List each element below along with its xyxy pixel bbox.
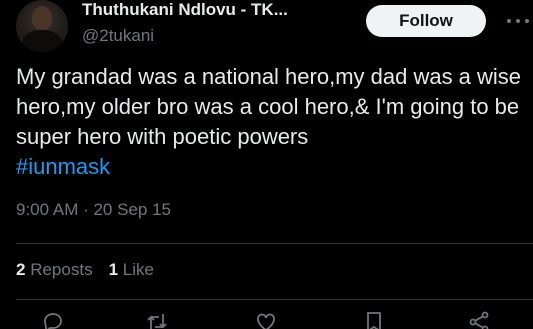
more-icon	[507, 19, 529, 23]
tweet-timestamp[interactable]: 9:00 AM · 20 Sep 15	[16, 200, 171, 220]
more-options-button[interactable]	[503, 8, 533, 34]
tweet: Thuthukani Ndlovu - TK... @2tukani Follo…	[0, 0, 533, 329]
reposts-stat[interactable]: 2 Reposts	[16, 260, 93, 280]
bookmark-icon	[367, 312, 381, 329]
follow-button[interactable]: Follow	[366, 5, 486, 37]
reply-button[interactable]	[41, 310, 65, 329]
likes-stat[interactable]: 1 Like	[109, 260, 154, 280]
repost-button[interactable]	[145, 310, 169, 329]
reply-icon	[44, 313, 62, 329]
reposts-count: 2	[16, 260, 26, 279]
divider	[16, 243, 533, 244]
author-handle[interactable]: @2tukani	[82, 26, 154, 46]
divider	[16, 299, 533, 300]
repost-icon	[147, 314, 167, 329]
share-button[interactable]	[467, 310, 491, 329]
like-button[interactable]	[254, 310, 278, 329]
likes-label: Like	[122, 260, 154, 279]
reposts-label: Reposts	[30, 260, 93, 279]
bookmark-button[interactable]	[362, 310, 386, 329]
hashtag-link[interactable]: #iunmask	[16, 154, 110, 179]
action-bar	[0, 310, 533, 329]
heart-icon	[257, 313, 275, 329]
likes-count: 1	[108, 260, 119, 279]
author-display-name[interactable]: Thuthukani Ndlovu - TK...	[82, 0, 288, 20]
avatar[interactable]	[16, 0, 68, 52]
avatar-body	[22, 30, 62, 52]
tweet-body: My grandad was a national hero,my dad wa…	[16, 64, 522, 149]
share-icon	[469, 311, 489, 329]
tweet-text: My grandad was a national hero,my dad wa…	[16, 62, 526, 182]
avatar-face	[32, 6, 52, 30]
tweet-stats: 2 Reposts 1 Like	[16, 260, 154, 280]
